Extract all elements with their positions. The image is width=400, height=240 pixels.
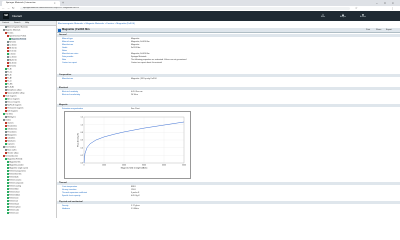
section-header-composition[interactable]: Composition: [57, 74, 400, 77]
x-tick-label: 0: [84, 165, 85, 167]
y-tick-label: 0.8: [81, 132, 84, 134]
print-button[interactable]: Print: [366, 28, 370, 32]
x-tick-label: 5000: [182, 165, 186, 167]
property-value: Contact an expert about this material: [131, 62, 162, 64]
property-value: 0.65 J/g·K: [131, 195, 140, 197]
property-label[interactable]: Contact an expert: [62, 62, 77, 64]
section-header-physical[interactable]: Physical and mechanical: [57, 201, 400, 204]
sidebar-tree-label: Fe3O4 core: [9, 212, 19, 215]
url-input[interactable]: springermaterials.com/interactive/#Sxp-1…: [20, 7, 350, 10]
y-tick-label: 1.0: [81, 124, 84, 126]
header-account-button[interactable]: ● Account: [358, 12, 368, 20]
x-axis-label: Magnetic field strength (kA/m): [121, 167, 148, 170]
property-label[interactable]: Electrical conductivity: [62, 94, 80, 96]
title-bar: [57, 28, 400, 33]
tab-content[interactable]: Content: [2, 21, 9, 25]
magnetization-chart: 0 1000 2000 3000 4000 5000 0.0 0.2 0.4 0.6 0.8 1.0 1…: [76, 115, 187, 171]
breadcrumb[interactable]: Electromagnetic Materials > Magnetic Mat…: [58, 23, 135, 26]
x-tick-label: 4000: [162, 165, 166, 167]
section-header-general[interactable]: General: [57, 34, 400, 37]
y-tick-label: 0.2: [81, 155, 84, 157]
export-button[interactable]: Export: [386, 28, 392, 32]
app-title: Interact: [12, 14, 23, 18]
property-label[interactable]: Specific heat capacity: [62, 195, 80, 197]
property-value: 20 S/cm: [131, 94, 138, 96]
header-home-label: Home: [320, 17, 326, 18]
page-title: Magnetite | Fe3O4 film: [62, 28, 90, 31]
section-header-magnetic[interactable]: Magnetic: [57, 104, 400, 107]
y-axis-label: Flux density (T): [77, 133, 80, 147]
header-analyze-label: Analyze: [340, 17, 346, 18]
y-tick-label: 0.0: [81, 163, 84, 165]
x-tick-label: 2000: [122, 165, 126, 167]
header-analyze-button[interactable]: ▲ Analyze: [338, 12, 348, 20]
property-value: 5.5 Mohs: [131, 208, 139, 210]
property-value: Fe3O4 film: [131, 47, 141, 49]
x-tick-label: 1000: [102, 165, 106, 167]
y-tick-label: 0.4: [81, 147, 84, 149]
tab-help[interactable]: Help: [25, 21, 29, 25]
app-logo[interactable]: SM: [3, 13, 9, 19]
tab-search[interactable]: Search: [14, 21, 20, 25]
share-button[interactable]: Share: [376, 28, 381, 32]
property-label[interactable]: Hardness: [62, 208, 70, 210]
y-tick-label: 1.2: [81, 117, 84, 119]
sidebar-tree-item[interactable]: Fe3O4 core: [7, 212, 19, 214]
section-header-thermal[interactable]: Thermal: [57, 182, 400, 185]
property-value: Magnetite | 99% purity, Fe3O4: [131, 78, 157, 80]
material-icon: [58, 28, 61, 32]
section-header-electrical[interactable]: Electrical: [57, 87, 400, 90]
header-home-button[interactable]: ⌂ Home: [318, 12, 328, 20]
y-tick-label: 0.6: [81, 140, 84, 142]
header-account-label: Account: [360, 17, 366, 18]
property-label[interactable]: Manufacturer: [62, 78, 73, 80]
chart-svg: 0 1000 2000 3000 4000 5000 0.0 0.2 0.4 0.6 0.8 1.0 1…: [77, 117, 187, 170]
x-tick-label: 3000: [142, 165, 146, 167]
